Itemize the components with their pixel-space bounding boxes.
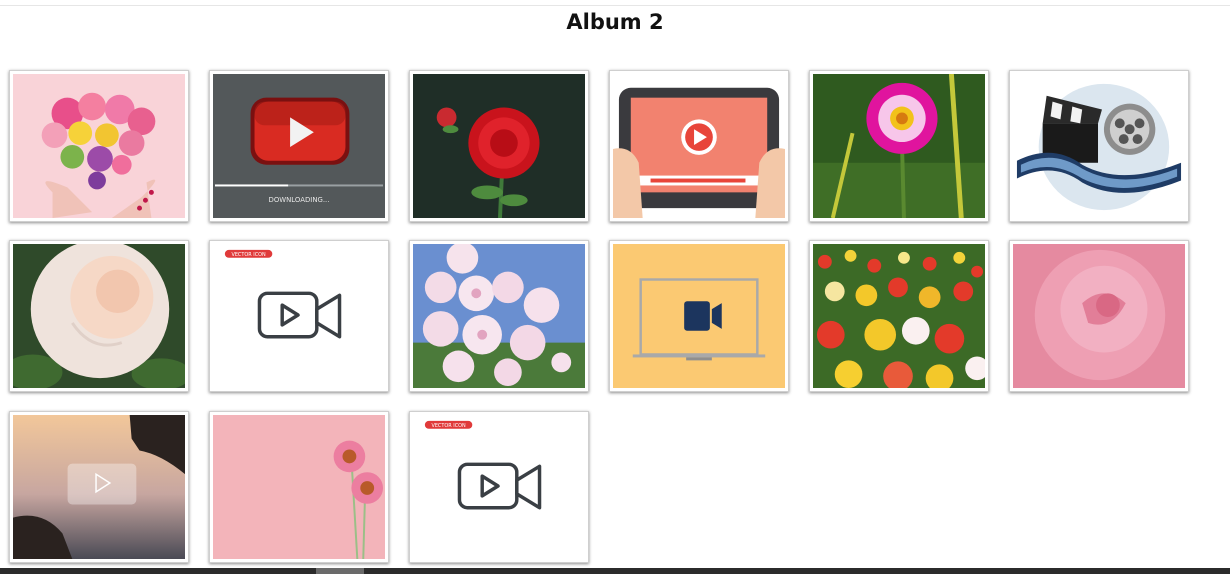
tulip-field-image — [813, 244, 985, 388]
vector-icon-badge: VECTOR ICON — [231, 252, 266, 258]
hands-framing-video-image — [13, 415, 185, 559]
laptop-video-call-image — [613, 244, 785, 388]
thumbnail-12[interactable] — [1009, 240, 1189, 392]
thumbnail-11[interactable] — [809, 240, 989, 392]
tablet-video-player-image — [613, 74, 785, 218]
downloading-caption: DOWNLOADING... — [269, 196, 330, 204]
red-dahlia-image — [413, 74, 585, 218]
clapperboard-film-reel-image — [1013, 74, 1185, 218]
thumbnail-1[interactable] — [9, 70, 189, 222]
video-camera-vector-icon-image: VECTOR ICON — [213, 244, 385, 388]
video-camera-vector-icon-image: VECTOR ICON — [413, 415, 585, 559]
white-daisies-image — [413, 244, 585, 388]
thumbnail-4[interactable] — [609, 70, 789, 222]
thumbnail-9[interactable] — [409, 240, 589, 392]
photo-gallery: DOWNLOADING... VECTOR ICON VECTOR ICON — [0, 0, 1230, 574]
vector-icon-badge: VECTOR ICON — [431, 423, 466, 429]
thumbnail-13[interactable] — [9, 411, 189, 563]
thumbnail-5[interactable] — [809, 70, 989, 222]
thumbnail-14[interactable] — [209, 411, 389, 563]
thumbnail-8[interactable]: VECTOR ICON — [209, 240, 389, 392]
white-rose-image — [13, 244, 185, 388]
thumbnail-7[interactable] — [9, 240, 189, 392]
thumbnail-2[interactable]: DOWNLOADING... — [209, 70, 389, 222]
horizontal-scrollbar[interactable] — [0, 568, 1230, 574]
scrollbar-thumb[interactable] — [316, 568, 364, 574]
thumbnail-10[interactable] — [609, 240, 789, 392]
video-downloading-image: DOWNLOADING... — [213, 74, 385, 218]
thumbnail-6[interactable] — [1009, 70, 1189, 222]
heart-flowers-image — [13, 74, 185, 218]
pink-rose-image — [1013, 244, 1185, 388]
thumbnail-3[interactable] — [409, 70, 589, 222]
thumbnail-15[interactable]: VECTOR ICON — [409, 411, 589, 563]
pink-dahlia-image — [813, 74, 985, 218]
pink-gerbera-image — [213, 415, 385, 559]
